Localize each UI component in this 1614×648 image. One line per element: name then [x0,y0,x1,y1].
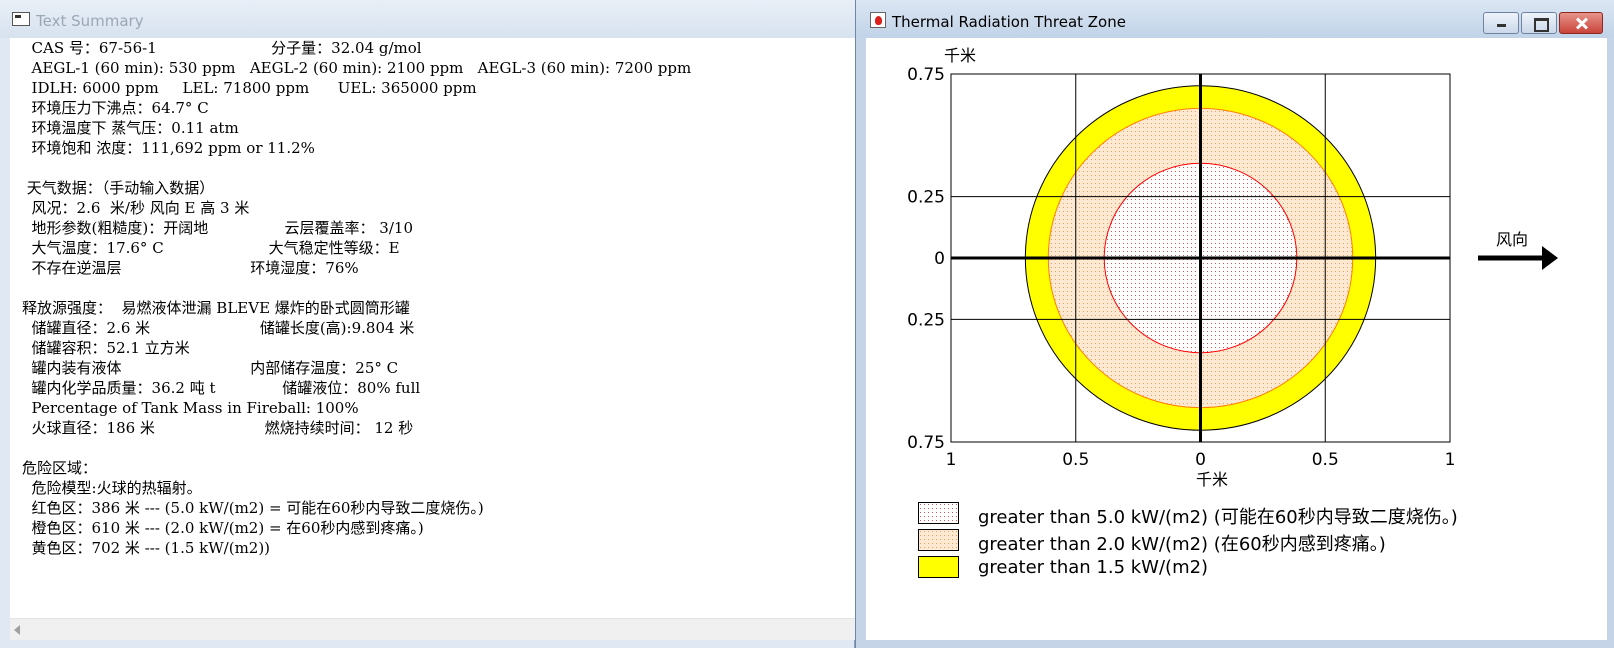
x-tick-label: 1 [946,450,957,470]
summary-line: 环境温度下 蒸气压：0.11 atm [22,119,239,137]
legend-swatch-orange [918,529,959,551]
summary-line: 环境压力下沸点：64.7° C [22,99,209,117]
threat-zone-titlebar[interactable]: Thermal Radiation Threat Zone [856,0,1614,38]
x-tick-label: 1 [1445,450,1456,470]
text-summary-titlebar[interactable]: Text Summary [0,0,855,38]
minimize-button[interactable] [1483,12,1519,34]
legend-swatch-yellow [918,556,959,578]
summary-line: 罐内化学品质量：36.2 吨 t 储罐液位：80% full [22,379,421,397]
summary-line: CAS 号：67-56-1 分子量：32.04 g/mol [22,39,422,57]
summary-line: 大气温度：17.6° C 大气稳定性等级：E [22,239,400,257]
legend-text-red: greater than 5.0 kW/(m2) (可能在60秒内导致二度烧伤。… [978,507,1458,528]
summary-line: 储罐直径：2.6 米 储罐长度(高):9.804 米 [22,319,415,337]
summary-text-pane[interactable]: CAS 号：67-56-1 分子量：32.04 g/mol AEGL-1 (60… [10,38,855,618]
y-tick-label: 0.25 [907,188,945,208]
legend-swatch-red [918,502,959,524]
summary-text: CAS 号：67-56-1 分子量：32.04 g/mol AEGL-1 (60… [22,38,691,558]
summary-line: 危险区域： [22,459,98,477]
threat-zone-chart: 1 0.5 0 0.5 10.750.2500.250.75 [907,65,1558,470]
summary-line: 罐内装有液体 内部储存温度：25° C [22,359,399,377]
text-summary-title: Text Summary [36,12,144,30]
window-icon [12,12,30,26]
x-tick-label: 0.5 [1312,450,1339,470]
y-tick-label: 0.75 [907,65,945,85]
summary-line: IDLH: 6000 ppm LEL: 71800 ppm UEL: 36500… [22,79,477,97]
summary-line: 储罐容积：52.1 立方米 [22,339,190,357]
legend-text-yellow: greater than 1.5 kW/(m2) [978,557,1209,578]
summary-line: Percentage of Tank Mass in Fireball: 100… [22,399,359,417]
summary-line: 火球直径：186 米 燃烧持续时间： 12 秒 [22,419,414,437]
threat-zone-window: Thermal Radiation Threat Zone 1 0.5 0 0.5 1 0… [855,0,1614,648]
y-tick-label: 0.25 [907,310,945,330]
wind-direction-label: 风向 [1496,230,1529,249]
y-tick-label: 0 [934,249,945,269]
summary-line: 橙色区：610 米 --- (2.0 kW/(m2) = 在60秒内感到疼痛。) [22,519,424,537]
summary-line: 黄色区：702 米 --- (1.5 kW/(m2)) [22,539,271,557]
horizontal-scrollbar[interactable] [10,618,855,640]
summary-line: 风况：2.6 米/秒 风向 E 高 3 米 [22,199,250,217]
summary-line: 不存在逆温层 环境湿度：76% [22,259,359,277]
summary-line: 危险模型:火球的热辐射。 [22,479,202,497]
summary-line: 红色区：386 米 --- (5.0 kW/(m2) = 可能在60秒内导致二度… [22,499,484,517]
summary-line [22,158,691,178]
summary-line [22,278,691,298]
y-axis-label: 千米 [944,46,977,65]
close-button[interactable] [1559,12,1603,34]
y-tick-label: 0.75 [907,433,945,453]
summary-line: 地形参数(粗糙度)：开阔地 云层覆盖率： 3/10 [22,219,413,237]
summary-line: 环境饱和 浓度：111,692 ppm or 11.2% [22,139,315,157]
x-axis-label: 千米 [1196,470,1229,489]
scroll-left-arrow-icon[interactable] [14,625,20,635]
summary-line: 天气数据：（手动输入数据） [22,179,215,197]
legend-text-orange: greater than 2.0 kW/(m2) (在60秒内感到疼痛。) [978,534,1386,555]
x-tick-label: 0.5 [1062,450,1089,470]
maximize-button[interactable] [1521,12,1557,34]
threat-zone-title: Thermal Radiation Threat Zone [892,13,1126,31]
flame-icon [870,12,886,28]
wind-arrow-icon [1542,246,1558,270]
text-summary-window: Text Summary CAS 号：67-56-1 分子量：32.04 g/m… [0,0,855,648]
summary-line: AEGL-1 (60 min): 530 ppm AEGL-2 (60 min)… [22,59,692,77]
summary-line [22,438,691,458]
summary-line: 释放源强度： 易燃液体泄漏 BLEVE 爆炸的卧式圆筒形罐 [22,299,410,317]
threat-zone-plot-pane: 1 0.5 0 0.5 1 0.75 0.25 0 0.25 0.75 千米 千米 风向 grea… [866,38,1607,640]
